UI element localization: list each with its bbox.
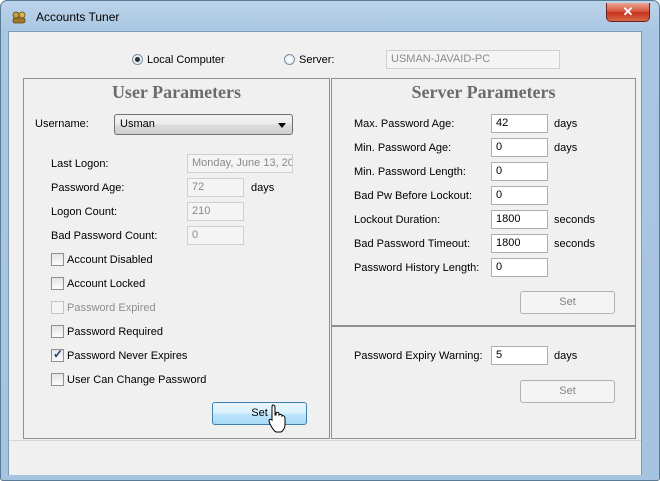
max-password-age-unit: days	[554, 118, 578, 130]
server-parameters-title: Server Parameters	[411, 82, 556, 102]
user-parameters-title: User Parameters	[111, 82, 242, 102]
server-name-field[interactable]: USMAN-JAVAID-PC	[386, 50, 560, 69]
max-password-age-field[interactable]: 42	[491, 114, 548, 133]
bad-password-count-field[interactable]: 0	[187, 226, 244, 245]
app-icon	[12, 11, 26, 24]
local-computer-label[interactable]: Local Computer	[147, 54, 225, 66]
close-icon: ✕	[622, 4, 634, 19]
close-button[interactable]: ✕	[606, 3, 650, 22]
logon-count-field[interactable]: 210	[187, 202, 244, 221]
bad-pw-before-lockout-field[interactable]: 0	[491, 186, 548, 205]
bad-password-timeout-unit: seconds	[554, 238, 595, 250]
account-disabled-checkbox[interactable]	[51, 253, 64, 266]
bad-password-timeout-label: Bad Password Timeout:	[354, 238, 471, 250]
window-title: Accounts Tuner	[36, 10, 120, 24]
min-password-age-label: Min. Password Age:	[354, 142, 452, 154]
password-age-field[interactable]: 72	[187, 178, 244, 197]
password-history-length-field[interactable]: 0	[491, 258, 548, 277]
expiry-set-button[interactable]: Set	[520, 380, 615, 403]
password-required-checkbox[interactable]	[51, 325, 64, 338]
logon-count-label: Logon Count:	[51, 206, 118, 218]
expiry-warning-unit: days	[554, 350, 578, 362]
expiry-warning-label: Password Expiry Warning:	[354, 350, 483, 362]
min-password-age-unit: days	[554, 142, 578, 154]
lockout-duration-label: Lockout Duration:	[354, 214, 441, 226]
bad-pw-before-lockout-label: Bad Pw Before Lockout:	[354, 190, 473, 202]
server-label[interactable]: Server:	[299, 54, 334, 66]
account-disabled-label[interactable]: Account Disabled	[67, 254, 153, 266]
app-window: Accounts Tuner ✕ Local Computer Server: …	[0, 0, 660, 481]
username-dropdown[interactable]: Usman	[114, 114, 293, 135]
user-can-change-password-label[interactable]: User Can Change Password	[67, 374, 206, 386]
lockout-duration-unit: seconds	[554, 214, 595, 226]
password-age-unit: days	[251, 182, 275, 194]
client-area: Local Computer Server: USMAN-JAVAID-PC U…	[8, 31, 642, 475]
expiry-warning-panel: Password Expiry Warning: 5 days Set	[331, 326, 636, 439]
password-history-length-label: Password History Length:	[354, 262, 480, 274]
account-locked-checkbox[interactable]	[51, 277, 64, 290]
password-required-label[interactable]: Password Required	[67, 326, 163, 338]
user-set-button[interactable]: Set	[212, 402, 307, 425]
lockout-duration-field[interactable]: 1800	[491, 210, 548, 229]
min-password-age-field[interactable]: 0	[491, 138, 548, 157]
username-value: Usman	[120, 118, 155, 130]
password-expired-checkbox[interactable]	[51, 301, 64, 314]
local-computer-radio[interactable]	[132, 54, 143, 65]
bad-password-timeout-field[interactable]: 1800	[491, 234, 548, 253]
chevron-down-icon	[278, 123, 286, 128]
expiry-warning-field[interactable]: 5	[491, 346, 548, 365]
password-age-label: Password Age:	[51, 182, 125, 194]
mouse-cursor-icon	[268, 404, 286, 433]
min-password-length-label: Min. Password Length:	[354, 166, 466, 178]
server-radio[interactable]	[284, 54, 295, 65]
bad-password-count-label: Bad Password Count:	[51, 230, 158, 242]
status-bar	[9, 440, 641, 475]
user-can-change-password-checkbox[interactable]	[51, 373, 64, 386]
last-logon-field[interactable]: Monday, June 13, 20	[187, 154, 293, 173]
username-label: Username:	[35, 118, 89, 130]
server-set-button[interactable]: Set	[520, 291, 615, 314]
min-password-length-field[interactable]: 0	[491, 162, 548, 181]
last-logon-label: Last Logon:	[51, 158, 109, 170]
password-never-expires-label[interactable]: Password Never Expires	[67, 350, 187, 362]
server-parameters-panel: Server Parameters Max. Password Age: 42 …	[331, 78, 636, 326]
password-expired-label[interactable]: Password Expired	[67, 302, 156, 314]
user-parameters-panel: User Parameters Username: Usman Last Log…	[23, 78, 330, 439]
account-locked-label[interactable]: Account Locked	[67, 278, 145, 290]
checkmark-icon: ✓	[53, 347, 64, 361]
title-bar[interactable]: Accounts Tuner ✕	[1, 1, 659, 31]
max-password-age-label: Max. Password Age:	[354, 118, 455, 130]
password-never-expires-checkbox[interactable]: ✓	[51, 347, 64, 362]
